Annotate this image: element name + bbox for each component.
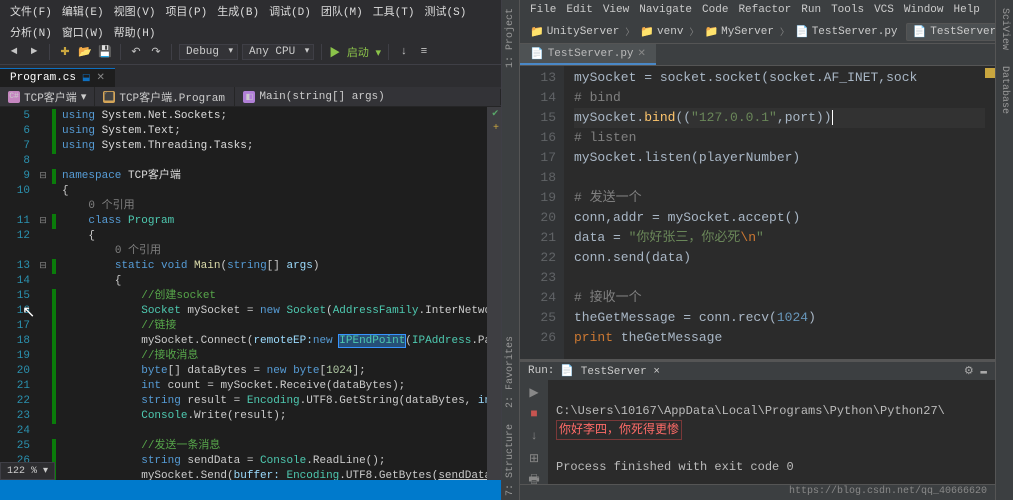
- indent-icon[interactable]: ≡: [416, 44, 432, 60]
- pycharm-window: 1: Project 2: Favorites 7: Structure Sci…: [502, 0, 1013, 500]
- save-icon[interactable]: 💾: [97, 44, 113, 60]
- jb-tabbar: 📄 TestServer.py ✕: [520, 44, 995, 66]
- jb-code[interactable]: mySocket = socket.socket(socket.AF_INET,…: [564, 66, 995, 359]
- jb-menu-tools[interactable]: Tools: [827, 3, 868, 17]
- down-icon[interactable]: ↓: [526, 428, 542, 444]
- config-dropdown[interactable]: Debug: [179, 44, 238, 60]
- vs-fold-gutter: ⊟⊟⊟: [34, 107, 52, 480]
- jb-line-gutter: 1314151617181920212223242526: [520, 66, 564, 359]
- tab-database[interactable]: Database: [998, 62, 1011, 118]
- vs-tabbar: Program.cs ⬓ ✕: [0, 65, 501, 87]
- jb-menu-vcs[interactable]: VCS: [870, 3, 898, 17]
- close-icon[interactable]: ✕: [97, 72, 105, 84]
- jb-breadcrumb: 📁 UnityServer〉 📁 venv〉 📁 MyServer〉 📄 Tes…: [526, 24, 902, 40]
- undo-icon[interactable]: ↶: [128, 44, 144, 60]
- vs-editor[interactable]: 5678910111213141516171819202122232425262…: [0, 107, 501, 480]
- back-icon[interactable]: ◄: [6, 44, 22, 60]
- crumb-venv[interactable]: 📁 venv: [636, 24, 687, 40]
- vs-menu-tools[interactable]: 工具(T): [369, 2, 419, 20]
- nav-project[interactable]: C#TCP客户端▾: [0, 87, 95, 107]
- vs-tab-program[interactable]: Program.cs ⬓ ✕: [0, 68, 115, 87]
- console-path: C:\Users\10167\AppData\Local\Programs\Py…: [556, 404, 945, 418]
- jb-run-panel: Run: 📄 TestServer × ⚙ ▬ ▶ ■ ↓ ⊞ 🖶 C:\Use…: [520, 359, 995, 484]
- jb-menu-refactor[interactable]: Refactor: [734, 3, 795, 17]
- run-tab[interactable]: 📄 TestServer ×: [560, 364, 660, 378]
- run-label: Run:: [528, 365, 554, 377]
- vs-zoom[interactable]: 122 % ▾: [0, 462, 55, 480]
- console-output-error: 你好李四，你死得更惨: [556, 420, 682, 440]
- layout-icon[interactable]: ⊞: [526, 450, 542, 466]
- forward-icon[interactable]: ►: [26, 44, 42, 60]
- right-tool-tabs: SciView Database: [995, 0, 1013, 500]
- jb-menu-navigate[interactable]: Navigate: [635, 3, 696, 17]
- pin-icon[interactable]: ⬓: [82, 73, 91, 83]
- jb-menu-window[interactable]: Window: [900, 3, 948, 17]
- crumb-file[interactable]: 📄 TestServer.py: [791, 24, 902, 40]
- crumb-root[interactable]: 📁 UnityServer: [526, 24, 623, 40]
- vs-menu-team[interactable]: 团队(M): [317, 2, 367, 20]
- jb-statusbar: https://blog.csdn.net/qq_40666620: [520, 484, 995, 500]
- vs-menu-debug[interactable]: 调试(D): [265, 2, 315, 20]
- vs-toolbar: ◄ ► ✚ 📂 💾 ↶ ↷ Debug Any CPU ▶ 启动 ▾ ↓ ≡: [0, 39, 501, 65]
- console-exit-line: Process finished with exit code 0: [556, 460, 794, 474]
- platform-dropdown[interactable]: Any CPU: [242, 44, 314, 60]
- tab-sciview[interactable]: SciView: [998, 4, 1011, 54]
- vs-menu-test[interactable]: 测试(S): [421, 2, 471, 20]
- jb-toolbar: 📁 UnityServer〉 📁 venv〉 📁 MyServer〉 📄 Tes…: [520, 20, 995, 44]
- tab-favorites[interactable]: 2: Favorites: [504, 332, 517, 412]
- step-icon[interactable]: ↓: [396, 44, 412, 60]
- vs-menu-edit[interactable]: 编辑(E): [58, 2, 108, 20]
- gear-icon[interactable]: ⚙ ▬: [964, 364, 987, 378]
- vs-scrollbar[interactable]: ✔ +: [487, 107, 501, 480]
- vs-line-gutter: 5678910111213141516171819202122232425262…: [0, 107, 34, 480]
- rerun-icon[interactable]: ▶: [526, 384, 542, 400]
- nav-class[interactable]: ⬛TCP客户端.Program: [95, 87, 235, 107]
- close-icon[interactable]: ✕: [638, 48, 646, 60]
- run-gutter: ▶ ■ ↓ ⊞ 🖶: [520, 380, 548, 498]
- tab-project[interactable]: 1: Project: [504, 4, 517, 72]
- vs-code[interactable]: using System.Net.Sockets;using System.Te…: [56, 107, 501, 480]
- vs-menubar: 文件(F) 编辑(E) 视图(V) 项目(P) 生成(B) 调试(D) 团队(M…: [0, 0, 501, 21]
- nav-method[interactable]: ◧Main(string[] args): [235, 89, 501, 105]
- vs-navbar: C#TCP客户端▾ ⬛TCP客户端.Program ◧Main(string[]…: [0, 87, 501, 107]
- vs-statusbar: [0, 480, 501, 500]
- crumb-myserver[interactable]: 📁 MyServer: [700, 24, 778, 40]
- jb-console[interactable]: C:\Users\10167\AppData\Local\Programs\Py…: [548, 380, 995, 498]
- tab-structure[interactable]: 7: Structure: [504, 420, 517, 500]
- vs-menu-build[interactable]: 生成(B): [213, 2, 263, 20]
- jb-menu-run[interactable]: Run: [797, 3, 825, 17]
- vs-menu-file[interactable]: 文件(F): [6, 2, 56, 20]
- jb-menu-file[interactable]: File: [526, 3, 560, 17]
- vs-menu-view[interactable]: 视图(V): [110, 2, 160, 20]
- jb-menubar: File Edit View Navigate Code Refactor Ru…: [520, 0, 995, 20]
- jb-menu-view[interactable]: View: [599, 3, 633, 17]
- jb-run-header: Run: 📄 TestServer × ⚙ ▬: [520, 362, 995, 380]
- new-icon[interactable]: ✚: [57, 44, 73, 60]
- vs-menubar-row2: 分析(N) 窗口(W) 帮助(H): [0, 21, 501, 39]
- jb-menu-code[interactable]: Code: [698, 3, 732, 17]
- jb-menu-help[interactable]: Help: [950, 3, 984, 17]
- visual-studio-window: 文件(F) 编辑(E) 视图(V) 项目(P) 生成(B) 调试(D) 团队(M…: [0, 0, 502, 500]
- redo-icon[interactable]: ↷: [148, 44, 164, 60]
- left-tool-tabs: 1: Project 2: Favorites 7: Structure: [502, 0, 520, 500]
- tab-label: Program.cs: [10, 72, 76, 84]
- run-button[interactable]: ▶ 启动 ▾: [329, 44, 381, 60]
- open-icon[interactable]: 📂: [77, 44, 93, 60]
- jb-menu-edit[interactable]: Edit: [562, 3, 596, 17]
- stop-icon[interactable]: ■: [526, 406, 542, 422]
- jb-editor[interactable]: 1314151617181920212223242526 mySocket = …: [520, 66, 995, 359]
- jb-tab-testserver[interactable]: 📄 TestServer.py ✕: [520, 44, 656, 65]
- inspection-icon[interactable]: [985, 68, 995, 78]
- vs-menu-project[interactable]: 项目(P): [161, 2, 211, 20]
